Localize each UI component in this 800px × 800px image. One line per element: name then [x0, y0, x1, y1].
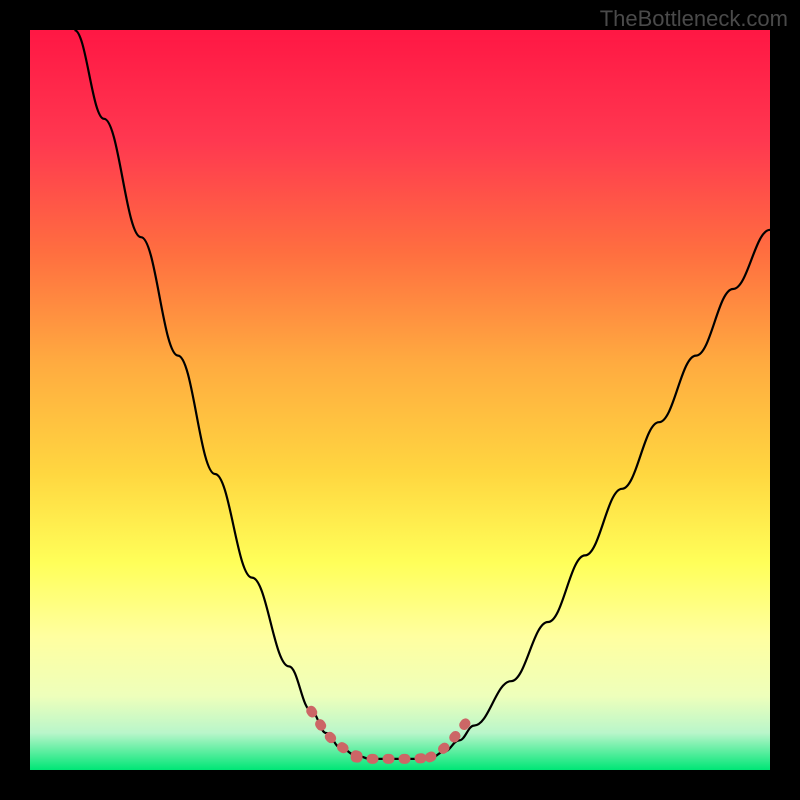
marker-left-dashes [311, 711, 363, 758]
chart-container [30, 30, 770, 770]
marker-bottom-dashes [356, 757, 430, 758]
curve-left [74, 30, 370, 759]
chart-curves-layer [30, 30, 770, 770]
curve-right [430, 230, 770, 759]
watermark-text: TheBottleneck.com [600, 6, 788, 32]
